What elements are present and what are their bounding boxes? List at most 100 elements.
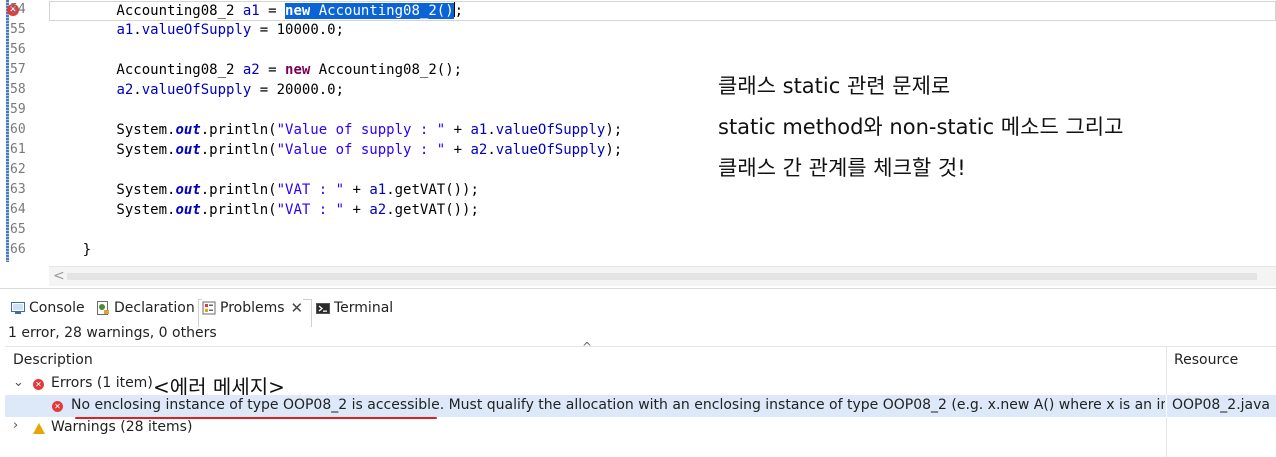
- line-number: 57: [10, 62, 26, 77]
- field-token: a2: [470, 142, 488, 158]
- error-resource: OOP08_2.java: [1172, 397, 1270, 413]
- code-line[interactable]: 66 }: [0, 240, 1276, 260]
- string-token: "VAT : ": [276, 182, 345, 198]
- code-line[interactable]: ✕ 54 Accounting08_2 a1 = new Accounting08…: [0, 0, 1276, 21]
- line-number: 60: [10, 122, 26, 137]
- line-number: 56: [10, 42, 26, 57]
- code-text: a2.valueOfSupply = 20000.0;: [49, 82, 344, 98]
- code-token: System.: [49, 182, 176, 198]
- tab-declaration[interactable]: Declaration: [96, 295, 195, 321]
- field-token: valueOfSupply: [495, 142, 606, 158]
- field-token: valueOfSupply: [141, 82, 252, 98]
- code-line[interactable]: 65: [0, 220, 1276, 240]
- sort-indicator-icon: ^: [582, 340, 593, 354]
- code-editor[interactable]: ✕ 54 Accounting08_2 a1 = new Accounting08…: [0, 0, 1276, 266]
- code-token: .println(: [200, 182, 277, 198]
- code-token: = 20000.0;: [251, 82, 345, 98]
- field-token: valueOfSupply: [495, 122, 606, 138]
- close-icon[interactable]: ✕: [291, 299, 304, 317]
- code-token: System.: [49, 142, 176, 158]
- error-message: No enclosing instance of type OOP08_2 is…: [71, 397, 1165, 413]
- scrollbar-thumb[interactable]: [67, 273, 1257, 280]
- horizontal-scrollbar[interactable]: <: [49, 266, 1276, 286]
- warning-icon: [33, 422, 45, 438]
- line-number: 65: [10, 222, 26, 237]
- annotation-line-1: 클래스 static 관련 문제로: [718, 74, 951, 98]
- line-number: 59: [10, 102, 26, 117]
- keyword-token: new: [285, 62, 311, 78]
- code-text: Accounting08_2 a2 = new Accounting08_2()…: [49, 62, 462, 78]
- warning-triangle-icon: [33, 423, 45, 434]
- row-column-separator: [1166, 395, 1167, 417]
- code-token: System.: [49, 122, 176, 138]
- code-token: +: [445, 122, 471, 138]
- tab-declaration-label: Declaration: [114, 300, 195, 316]
- selected-keyword: new: [285, 3, 311, 19]
- code-token: System.: [49, 202, 176, 218]
- field-token: a2: [116, 82, 134, 98]
- error-icon: ✕: [33, 375, 44, 391]
- static-field-token: out: [175, 182, 201, 198]
- tab-problems-label: Problems: [220, 300, 285, 316]
- field-token: a1: [369, 182, 387, 198]
- code-token: +: [344, 202, 370, 218]
- code-token: Accounting08_2: [49, 62, 243, 78]
- code-token: = 10000.0;: [251, 22, 345, 38]
- column-header-resource[interactable]: Resource: [1174, 352, 1238, 368]
- code-token: .: [133, 82, 142, 98]
- column-header-description[interactable]: Description: [13, 352, 93, 368]
- errors-group-label: Errors (1 item): [51, 375, 153, 391]
- problems-summary: 1 error, 28 warnings, 0 others: [8, 325, 217, 341]
- error-icon: ✕: [52, 397, 63, 413]
- code-line[interactable]: 64 System.out.println("VAT : " + a2.getV…: [0, 200, 1276, 220]
- code-token: =: [259, 62, 286, 78]
- string-token: "Value of supply : ": [276, 142, 446, 158]
- errors-group-row[interactable]: ⌄ ✕ Errors (1 item) <에러 메세지>: [5, 373, 1276, 399]
- code-text: a1.valueOfSupply = 10000.0;: [49, 22, 344, 38]
- code-text: Accounting08_2 a1 = new Accounting08_2()…: [49, 2, 463, 19]
- declaration-icon: [96, 301, 110, 315]
- code-token: .getVAT());: [386, 202, 479, 218]
- static-field-token: out: [175, 142, 201, 158]
- line-number: 55: [10, 22, 26, 37]
- code-text: System.out.println("Value of supply : " …: [49, 122, 622, 138]
- chevron-right-icon[interactable]: ›: [13, 418, 18, 433]
- line-number: 54: [10, 2, 26, 17]
- chevron-down-icon[interactable]: ⌄: [13, 375, 24, 390]
- field-token: a1: [470, 122, 488, 138]
- field-token: a2: [242, 62, 260, 78]
- error-badge-icon: ✕: [33, 379, 44, 390]
- error-badge-icon: ✕: [52, 401, 63, 412]
- string-token: "Value of supply : ": [276, 122, 446, 138]
- tab-terminal-label: Terminal: [334, 300, 394, 316]
- code-text: System.out.println("VAT : " + a1.getVAT(…: [49, 182, 478, 198]
- tab-problems[interactable]: Problems ✕: [202, 295, 304, 321]
- field-token: a1: [242, 3, 260, 19]
- problems-panel: Console Declaration Problems ✕ Terminal …: [0, 288, 1276, 457]
- scroll-left-arrow-icon[interactable]: <: [53, 268, 65, 284]
- code-token: Accounting08_2();: [310, 62, 463, 78]
- tab-terminal[interactable]: Terminal: [316, 295, 393, 321]
- code-token: );: [605, 142, 623, 158]
- code-token: .: [487, 142, 496, 158]
- code-line[interactable]: 56: [0, 40, 1276, 60]
- code-text: System.out.println("VAT : " + a2.getVAT(…: [49, 202, 479, 218]
- console-icon: [11, 301, 25, 315]
- code-token: .println(: [200, 122, 277, 138]
- view-tab-bar: Console Declaration Problems ✕ Terminal: [0, 295, 1276, 327]
- warnings-group-row[interactable]: › Warnings (28 items): [5, 417, 1276, 439]
- annotation-line-3: 클래스 간 관계를 체크할 것!: [718, 156, 966, 180]
- problems-table[interactable]: ^ Description Resource ⌄ ✕ Errors (1 ite…: [5, 340, 1276, 457]
- code-token: .: [133, 22, 142, 38]
- code-token: =: [259, 3, 286, 19]
- error-item-row[interactable]: ✕ No enclosing instance of type OOP08_2 …: [5, 395, 1276, 419]
- static-field-token: out: [175, 202, 201, 218]
- line-number: 66: [10, 242, 26, 257]
- code-line[interactable]: 55 a1.valueOfSupply = 10000.0;: [0, 20, 1276, 40]
- static-field-token: out: [175, 122, 201, 138]
- tab-console[interactable]: Console: [11, 295, 85, 321]
- code-token: );: [605, 122, 623, 138]
- code-token: +: [445, 142, 471, 158]
